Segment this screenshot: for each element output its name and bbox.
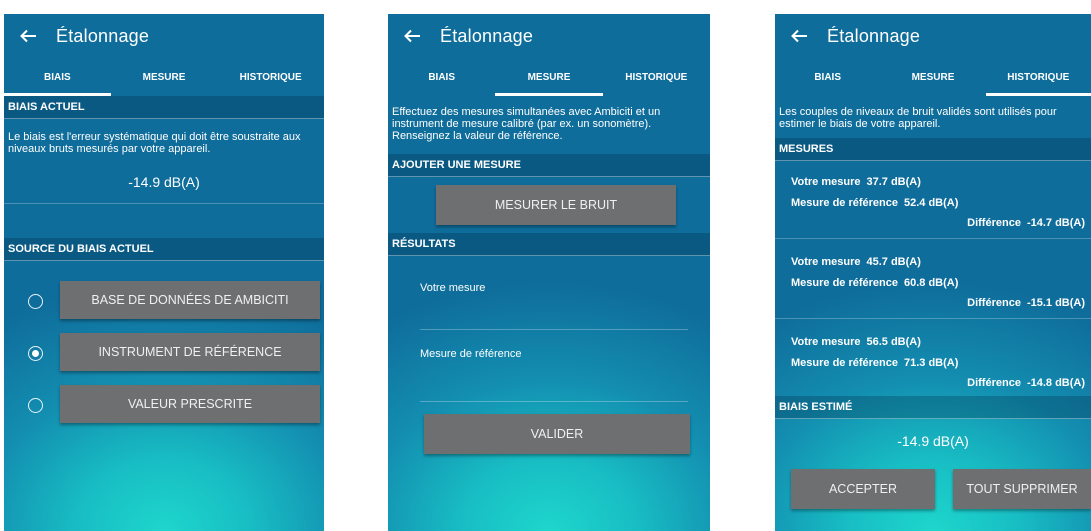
reference-measure-row: Mesure de référence 52.4 dB(A) [775,192,1091,213]
your-measure-row: Votre mesure 37.7 dB(A) [775,171,1091,192]
section-header-results: RÉSULTATS [388,233,710,256]
reference-measure-value: 52.4 dB(A) [904,196,959,209]
your-measure-label: Votre mesure [791,335,861,348]
app-bar: Étalonnage [775,14,1091,58]
difference-value: -14.7 dB(A) [1026,217,1085,229]
page-title: Étalonnage [56,25,150,46]
page-title: Étalonnage [440,25,534,46]
measure-list: Votre mesure 37.7 dB(A) Mesure de référen… [775,161,1091,394]
radio-database[interactable] [28,294,43,309]
database-source-button[interactable]: BASE DE DONNÉES DE AMBICITI [60,281,320,319]
reference-measure-value: 60.8 dB(A) [904,276,959,289]
screen-mesure: Étalonnage BIAIS MESURE HISTORIQUE Effec… [388,14,710,531]
divider [775,318,1091,319]
difference-label: Différence [967,297,1021,309]
history-intro: Les couples de niveaux de bruit validés … [779,106,1057,130]
back-arrow-icon[interactable] [18,26,38,46]
screen-historique: Étalonnage BIAIS MESURE HISTORIQUE Les c… [775,14,1091,531]
your-measure-row: Votre mesure 45.7 dB(A) [775,251,1091,272]
prescribed-value-button[interactable]: VALEUR PRESCRITE [60,385,320,423]
current-bias-value: -14.9 dB(A) [128,174,200,190]
measure-intro: Effectuez des mesures simultanées avec A… [392,106,661,142]
page-title: Étalonnage [827,25,921,46]
difference-label: Différence [967,217,1021,229]
measure-button-row: MESURER LE BRUIT [388,177,710,233]
back-arrow-icon[interactable] [402,26,422,46]
section-header-measures: MESURES [775,138,1091,161]
estimated-bias-value: -14.9 dB(A) [897,433,969,449]
your-measure-value: 56.5 dB(A) [866,335,921,348]
your-measure-label: Votre mesure [791,175,861,188]
reference-measure-label: Mesure de référence [791,356,898,369]
radio-prescribed-value[interactable] [28,398,43,413]
app-bar: Étalonnage [4,14,324,58]
tab-mesure[interactable]: MESURE [880,58,985,96]
reference-measure-field[interactable] [420,366,688,402]
bias-source-options: BASE DE DONNÉES DE AMBICITI INSTRUMENT D… [4,281,324,451]
difference-value: -14.8 dB(A) [1026,377,1085,389]
list-item: Votre mesure 56.5 dB(A) Mesure de référen… [775,331,1091,394]
app-bar: Étalonnage [388,14,710,58]
radio-reference-instrument[interactable] [28,346,43,361]
section-header-add-measure: AJOUTER UNE MESURE [388,154,710,177]
tab-mesure[interactable]: MESURE [111,58,218,96]
tab-historique[interactable]: HISTORIQUE [603,58,710,96]
action-buttons-row: ACCEPTER TOUT SUPPRIMER [775,463,1091,509]
tab-bar: BIAIS MESURE HISTORIQUE [4,58,324,96]
difference-value: -15.1 dB(A) [1026,297,1085,309]
reference-measure-label: Mesure de référence [791,196,898,209]
difference-row: Différence -14.7 dB(A) [775,213,1091,234]
tab-mesure[interactable]: MESURE [495,58,603,96]
tab-bar: BIAIS MESURE HISTORIQUE [388,58,710,96]
tab-biais[interactable]: BIAIS [4,58,111,96]
reference-measure-value: 71.3 dB(A) [904,356,959,369]
measure-noise-button[interactable]: MESURER LE BRUIT [436,185,676,225]
reference-measure-row: Mesure de référence 71.3 dB(A) [775,352,1091,373]
tab-historique[interactable]: HISTORIQUE [985,58,1091,96]
list-item: Votre mesure 37.7 dB(A) Mesure de référen… [775,171,1091,234]
divider [775,238,1091,239]
accept-button[interactable]: ACCEPTER [791,469,935,509]
section-header-bias-source: SOURCE DU BIAIS ACTUEL [4,238,324,261]
section-header-estimated-bias: BIAIS ESTIMÉ [775,396,1091,419]
difference-row: Différence -14.8 dB(A) [775,373,1091,394]
validate-button[interactable]: VALIDER [424,414,690,454]
section-header-current-bias: BIAIS ACTUEL [4,96,324,119]
tab-historique[interactable]: HISTORIQUE [217,58,324,96]
reference-instrument-button[interactable]: INSTRUMENT DE RÉFÉRENCE [60,333,320,371]
difference-row: Différence -15.1 dB(A) [775,293,1091,314]
difference-label: Différence [967,377,1021,389]
your-measure-value: 37.7 dB(A) [866,175,921,188]
your-measure-value: 45.7 dB(A) [866,255,921,268]
back-arrow-icon[interactable] [789,26,809,46]
reference-measure-row: Mesure de référence 60.8 dB(A) [775,272,1091,293]
list-item: Votre mesure 45.7 dB(A) Mesure de référen… [775,251,1091,314]
screen-biais: Étalonnage BIAIS MESURE HISTORIQUE BIAIS… [4,14,324,531]
reference-measure-label: Mesure de référence [791,276,898,289]
tab-biais[interactable]: BIAIS [775,58,880,96]
your-measure-label: Votre mesure [420,282,486,294]
your-measure-row: Votre mesure 56.5 dB(A) [775,331,1091,352]
results-form: Votre mesure Mesure de référence VALIDER [388,256,710,466]
your-measure-label: Votre mesure [791,255,861,268]
your-measure-field[interactable] [420,300,688,330]
tab-biais[interactable]: BIAIS [388,58,495,96]
reference-measure-label: Mesure de référence [420,348,522,360]
bias-description: Le biais est l'erreur systématique qui d… [8,131,301,155]
delete-all-button[interactable]: TOUT SUPPRIMER [953,469,1091,509]
tab-bar: BIAIS MESURE HISTORIQUE [775,58,1091,96]
